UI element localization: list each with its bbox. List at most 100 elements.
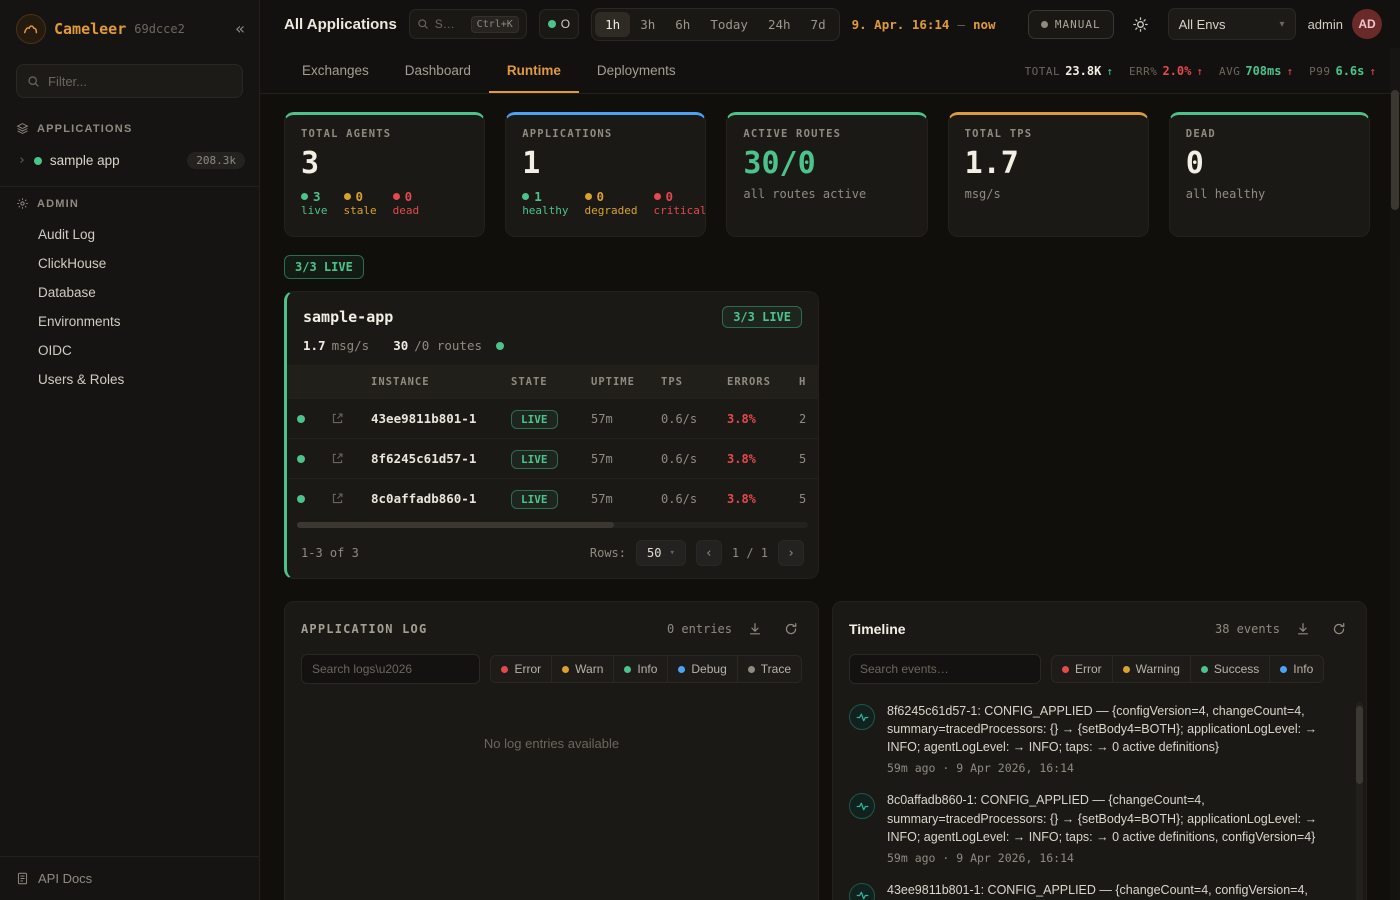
substat-healthy: 1healthy [522,189,568,217]
download-icon[interactable] [1290,616,1316,642]
page-scrollbar-thumb[interactable] [1391,90,1399,210]
time-range-24h[interactable]: 24h [758,12,801,37]
filter-warning[interactable]: Warning [1112,655,1191,683]
filter-info[interactable]: Info [613,655,668,683]
download-icon[interactable] [742,616,768,642]
filter-input[interactable] [48,74,232,89]
theme-toggle-button[interactable] [1126,9,1156,39]
sample-app-label: sample app [50,153,120,168]
instance-id[interactable]: 43ee9811b801-1 [371,411,511,426]
sample-app-count-badge: 208.3k [187,152,245,169]
instance-id[interactable]: 8f6245c61d57-1 [371,451,511,466]
uptime-value: 57m [591,412,661,426]
filter-debug[interactable]: Debug [667,655,737,683]
table-row[interactable]: 8f6245c61d57-1 LIVE 57m 0.6/s 3.8% 5 [287,438,818,478]
card-dead: DEAD 0 all healthy [1169,112,1370,237]
log-search-input[interactable] [301,654,480,684]
horizontal-scrollbar[interactable] [297,522,808,528]
card-title: DEAD [1186,128,1353,140]
col-instance: INSTANCE [371,376,511,388]
app-status-dot [34,157,42,165]
sidebar-filter-box[interactable] [16,64,243,98]
event-text: 8f6245c61d57-1: CONFIG_APPLIED — {config… [887,702,1346,756]
stat-cards-row: TOTAL AGENTS 3 3live 0stale 0dead APPLIC… [284,112,1370,237]
rows-per-page-select[interactable]: 50 ▾ [636,540,686,566]
timeline-event[interactable]: 43ee9811b801-1: CONFIG_APPLIED — {change… [849,881,1346,900]
environment-select[interactable]: All Envs ▾ [1168,8,1296,40]
card-subtitle: msg/s [965,187,1132,201]
event-timestamp: 59m ago · 9 Apr 2026, 16:14 [887,851,1346,865]
event-text: 43ee9811b801-1: CONFIG_APPLIED — {change… [887,881,1308,899]
sidebar-item-environments[interactable]: Environments [0,307,259,336]
table-row[interactable]: 8c0affadb860-1 LIVE 57m 0.6/s 3.8% 5 [287,478,818,518]
sidebar-collapse-button[interactable]: « [235,21,245,37]
tab-runtime[interactable]: Runtime [489,48,579,93]
time-range-1h[interactable]: 1h [595,12,630,37]
extra-value: 5 [799,452,818,466]
time-range-6h[interactable]: 6h [665,12,700,37]
filter-info[interactable]: Info [1269,655,1324,683]
card-title: TOTAL TPS [965,128,1132,140]
timeline-event[interactable]: 8f6245c61d57-1: CONFIG_APPLIED — {config… [849,702,1346,775]
filter-warn[interactable]: Warn [551,655,614,683]
sidebar-item-oidc[interactable]: OIDC [0,336,259,365]
horizontal-scrollbar-thumb[interactable] [297,522,614,528]
sidebar-item-audit-log[interactable]: Audit Log [0,220,259,249]
external-link-icon[interactable] [331,412,371,425]
stat-p99-label: P99 [1309,65,1330,78]
time-range-7d[interactable]: 7d [801,12,836,37]
timeline-filters: Error Warning Success Info [1051,655,1324,683]
sidebar-item-users-roles[interactable]: Users & Roles [0,365,259,394]
filter-error[interactable]: Error [490,655,552,683]
tab-deployments[interactable]: Deployments [579,48,694,93]
card-value: 3 [301,146,468,181]
instance-id[interactable]: 8c0affadb860-1 [371,491,511,506]
refresh-icon[interactable] [778,616,804,642]
sidebar-item-sample-app[interactable]: › sample app 208.3k [0,145,259,176]
api-docs-link[interactable]: API Docs [0,856,259,900]
tps-value: 0.6/s [661,412,727,426]
sidebar-item-database[interactable]: Database [0,278,259,307]
timeline-event[interactable]: 8c0affadb860-1: CONFIG_APPLIED — {change… [849,791,1346,864]
sidebar-item-clickhouse[interactable]: ClickHouse [0,249,259,278]
stat-errpct-label: ERR% [1129,65,1158,78]
app-health-dot [496,342,504,350]
tab-dashboard[interactable]: Dashboard [387,48,489,93]
external-link-icon[interactable] [331,492,371,505]
time-range-today[interactable]: Today [700,12,758,37]
chevron-down-icon: ▾ [669,548,674,558]
substat-live: 3live [301,189,328,217]
env-select-value: All Envs [1179,17,1226,32]
global-search-box[interactable]: S… Ctrl+K [409,9,527,39]
errors-value: 3.8% [727,412,799,426]
timeline-scrollbar-thumb[interactable] [1356,706,1363,784]
expand-chevron-icon[interactable]: › [18,153,26,168]
timeline-scrollbar[interactable] [1356,702,1363,900]
tab-exchanges[interactable]: Exchanges [284,48,387,93]
refresh-icon[interactable] [1326,616,1352,642]
timeline-search-input[interactable] [849,654,1041,684]
gear-icon [16,197,29,210]
avatar[interactable]: AD [1352,9,1382,39]
table-row[interactable]: 43ee9811b801-1 LIVE 57m 0.6/s 3.8% 2 [287,398,818,438]
next-page-button[interactable]: › [778,540,804,566]
applications-section-header: APPLICATIONS [0,112,259,145]
manual-refresh-button[interactable]: MANUAL [1028,10,1114,39]
date-range-display[interactable]: 9. Apr. 16:14 — now [852,17,996,32]
prev-page-button[interactable]: ‹ [696,540,722,566]
app-routes-value: 30 [393,338,408,353]
filter-success[interactable]: Success [1190,655,1270,683]
event-timestamp: 59m ago · 9 Apr 2026, 16:14 [887,761,1346,775]
page-scrollbar[interactable] [1390,48,1400,900]
page-title: All Applications [284,16,397,33]
document-icon [16,872,29,885]
external-link-icon[interactable] [331,452,371,465]
card-subtitle: all healthy [1186,187,1353,201]
time-range-3h[interactable]: 3h [630,12,665,37]
table-footer: 1-3 of 3 Rows: 50 ▾ ‹ 1 / 1 › [287,530,818,578]
online-status-chip[interactable]: O [539,9,579,39]
filter-error[interactable]: Error [1051,655,1113,683]
filter-trace[interactable]: Trace [737,655,802,683]
user-menu[interactable]: admin AD [1308,9,1382,39]
state-badge: LIVE [511,450,558,469]
